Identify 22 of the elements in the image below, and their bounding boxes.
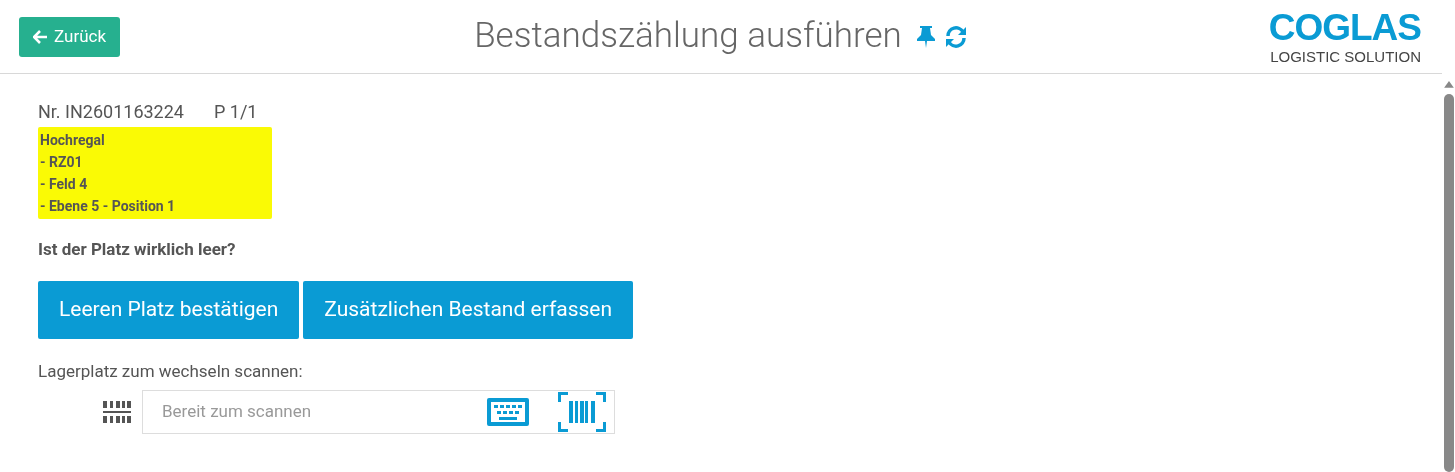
- barcode-icon: [103, 399, 131, 425]
- scan-field-frame[interactable]: Bereit zum scannen: [142, 390, 615, 434]
- action-button[interactable]: Zusätzlichen Bestand erfassen: [303, 280, 634, 339]
- location-line: - Feld 4: [40, 175, 89, 194]
- question-text: Ist der Platz wirklich leer?: [38, 238, 237, 261]
- location-line: - RZ01: [40, 153, 84, 172]
- scan-label: Lagerplatz zum wechseln scannen:: [38, 359, 304, 383]
- action-button[interactable]: Leeren Platz bestätigen: [38, 280, 300, 339]
- arrow-left-icon: [33, 29, 48, 44]
- barcode-scan-icon[interactable]: [558, 392, 606, 432]
- back-button[interactable]: Zurück: [19, 16, 121, 57]
- location-line: Hochregal: [40, 131, 106, 150]
- scroll-up-icon[interactable]: [1442, 80, 1455, 89]
- location-line: - Ebene 5 - Position 1: [40, 197, 177, 216]
- refresh-icon[interactable]: [943, 24, 968, 49]
- scan-field[interactable]: Bereit zum scannen: [162, 399, 486, 425]
- page-title: Bestandszählung ausführen: [474, 14, 902, 59]
- keyboard-icon[interactable]: [486, 396, 530, 428]
- document-number: Nr. IN2601163224: [38, 100, 184, 124]
- company-logo: COGLAS LOGISTIC SOLUTION: [1268, 9, 1421, 64]
- scrollbar[interactable]: [1442, 80, 1455, 472]
- page-indicator: P 1/1: [213, 100, 258, 124]
